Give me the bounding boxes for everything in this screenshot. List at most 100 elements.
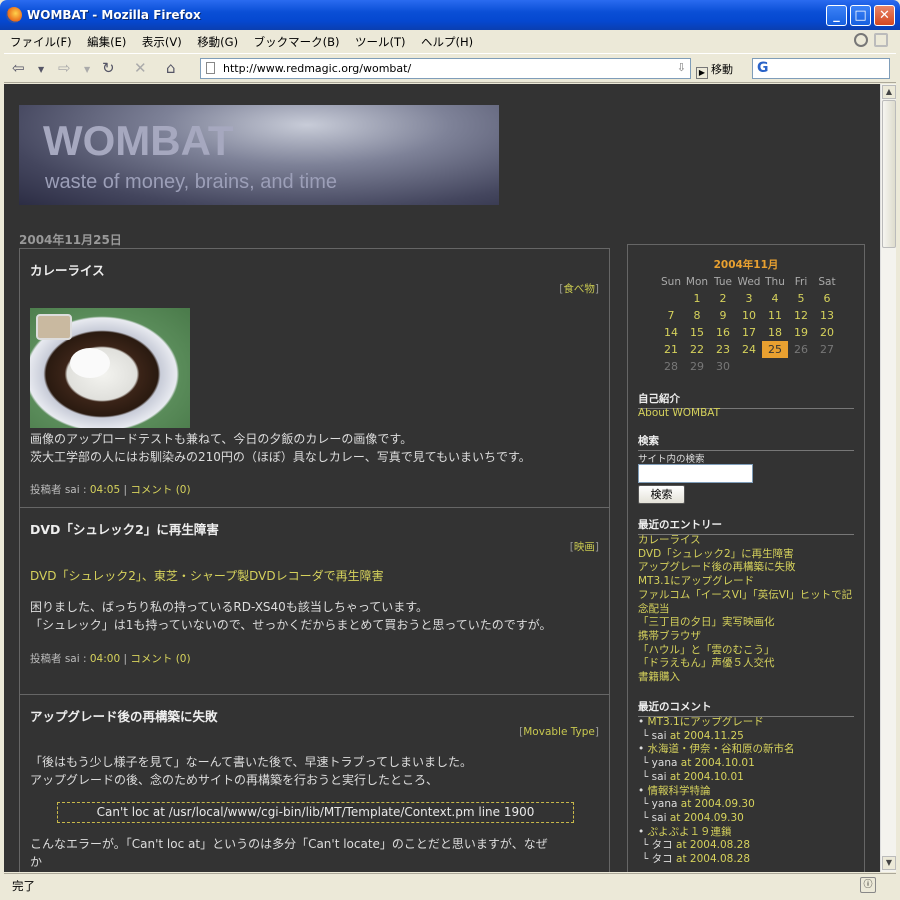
calendar-day[interactable]: 7 (658, 307, 684, 324)
comment-date[interactable]: 2004.08.28 (690, 839, 750, 851)
comment-entry-link[interactable]: • 情報科学特論 (638, 785, 858, 799)
curry-photo[interactable] (30, 308, 190, 428)
comment-date[interactable]: 2004.11.25 (684, 730, 744, 742)
maximize-button[interactable]: □ (850, 5, 871, 26)
calendar-day[interactable]: 20 (814, 324, 840, 341)
recent-entry-link[interactable]: カレーライス (638, 534, 852, 548)
search-bar[interactable]: G (752, 58, 890, 79)
comment-date[interactable]: 2004.10.01 (695, 757, 755, 769)
permalink[interactable]: 04:05 (90, 484, 120, 496)
calendar-day[interactable]: 10 (736, 307, 762, 324)
menu-bookmarks[interactable]: ブックマーク(B) (248, 30, 346, 50)
entry-title[interactable]: DVD「シュレック2」に再生障害 (30, 519, 219, 538)
comment-date[interactable]: 2004.09.30 (684, 812, 744, 824)
about-link[interactable]: About WOMBAT (638, 407, 720, 421)
address-dropdown-icon[interactable]: ⇩ (677, 61, 686, 74)
entry-title[interactable]: カレーライス (30, 260, 105, 279)
calendar-day[interactable]: 22 (684, 341, 710, 358)
permalink[interactable]: 04:00 (90, 653, 120, 665)
comment-entry-link[interactable]: • MT3.1にアップグレード (638, 716, 858, 730)
calendar-day[interactable]: 13 (814, 307, 840, 324)
scroll-down-icon[interactable]: ▼ (882, 856, 896, 870)
recent-entry-link[interactable]: DVD「シュレック2」に再生障害 (638, 548, 852, 562)
recent-entry-link[interactable]: 念配当 (638, 603, 852, 617)
forward-dropdown-icon[interactable]: ▼ (84, 65, 90, 74)
calendar-day[interactable]: 19 (788, 324, 814, 341)
menu-go[interactable]: 移動(G) (191, 30, 244, 50)
recent-entry-link[interactable]: 「ドラえもん」声優５人交代 (638, 657, 852, 671)
calendar-day[interactable]: 6 (814, 290, 840, 307)
comment-author-row[interactable]: └ タコ at 2004.08.28 (638, 839, 858, 853)
recent-entry-link[interactable]: アップグレード後の再構築に失敗 (638, 561, 852, 575)
forward-icon[interactable]: ⇨ (58, 59, 71, 77)
comment-entry-title[interactable]: 水海道・伊奈・谷和原の新市名 (648, 743, 795, 755)
calendar-day[interactable]: 11 (762, 307, 788, 324)
page-viewport[interactable]: WOMBAT waste of money, brains, and time … (4, 84, 880, 872)
address-bar[interactable]: http://www.redmagic.org/wombat/ ⇩ (200, 58, 691, 79)
menu-help[interactable]: ヘルプ(H) (415, 30, 479, 50)
stop-icon[interactable]: ✕ (134, 59, 147, 77)
close-button[interactable]: ✕ (874, 5, 895, 26)
menu-file[interactable]: ファイル(F) (4, 30, 78, 50)
recent-entry-link[interactable]: 「三丁目の夕日」実写映画化 (638, 616, 852, 630)
recent-entry-link[interactable]: 携帯ブラウザ (638, 630, 852, 644)
calendar-day[interactable]: 18 (762, 324, 788, 341)
calendar-day[interactable]: 8 (684, 307, 710, 324)
calendar-day[interactable]: 16 (710, 324, 736, 341)
back-dropdown-icon[interactable]: ▼ (38, 65, 44, 74)
comment-author-row[interactable]: └ タコ at 2004.08.28 (638, 853, 858, 867)
entry-title[interactable]: アップグレード後の再構築に失敗 (30, 706, 218, 725)
comment-date[interactable]: 2004.10.01 (684, 771, 744, 783)
url-text[interactable]: http://www.redmagic.org/wombat/ (223, 62, 411, 75)
comment-author-row[interactable]: └ sai at 2004.11.25 (638, 730, 858, 744)
calendar-day[interactable]: 14 (658, 324, 684, 341)
menu-view[interactable]: 表示(V) (136, 30, 188, 50)
menu-edit[interactable]: 編集(E) (81, 30, 132, 50)
comments-link[interactable]: コメント (0) (130, 653, 190, 665)
comment-entry-title[interactable]: ぷよぷよ１９連鎖 (648, 826, 732, 838)
calendar-day[interactable]: 15 (684, 324, 710, 341)
window-titlebar[interactable]: WOMBAT - Mozilla Firefox _ □ ✕ (0, 0, 900, 30)
comment-entry-title[interactable]: MT3.1にアップグレード (648, 716, 764, 728)
comment-entry-link[interactable]: • ぷよぷよ１９連鎖 (638, 826, 858, 840)
calendar-day[interactable]: 2 (710, 290, 736, 307)
comment-author-row[interactable]: └ yana at 2004.10.01 (638, 757, 858, 771)
minimize-button[interactable]: _ (826, 5, 847, 26)
calendar-day[interactable]: 17 (736, 324, 762, 341)
menu-tools[interactable]: ツール(T) (349, 30, 412, 50)
back-icon[interactable]: ⇦ (12, 59, 25, 77)
recent-entry-link[interactable]: 「ハウル」と「雲のむこう」 (638, 644, 852, 658)
scroll-thumb[interactable] (882, 100, 896, 248)
entry-category[interactable]: [Movable Type] (519, 726, 599, 738)
comment-date[interactable]: 2004.08.28 (690, 853, 750, 865)
entry-category[interactable]: [食べ物] (559, 281, 599, 296)
go-button[interactable]: ▶ 移動 (696, 61, 733, 79)
scroll-up-icon[interactable]: ▲ (882, 85, 896, 99)
site-search-input[interactable] (638, 464, 753, 483)
comment-date[interactable]: 2004.09.30 (695, 798, 755, 810)
calendar-day-today[interactable]: 25 (762, 341, 788, 358)
calendar-day[interactable]: 12 (788, 307, 814, 324)
news-link[interactable]: DVD「シュレック2」、東芝・シャープ製DVDレコーダで再生障害 (30, 567, 384, 584)
calendar-day[interactable]: 4 (762, 290, 788, 307)
calendar-day[interactable]: 23 (710, 341, 736, 358)
calendar-day[interactable]: 5 (788, 290, 814, 307)
calendar-day[interactable]: 21 (658, 341, 684, 358)
recent-entry-link[interactable]: ファルコム「イースVI」「英伝VI」ヒットで記 (638, 589, 852, 603)
calendar-day[interactable]: 24 (736, 341, 762, 358)
blog-banner[interactable]: WOMBAT waste of money, brains, and time (19, 105, 499, 205)
entry-category[interactable]: [映画] (570, 539, 599, 554)
calendar-day[interactable]: 9 (710, 307, 736, 324)
calendar-day[interactable]: 1 (684, 290, 710, 307)
comment-author-row[interactable]: └ sai at 2004.10.01 (638, 771, 858, 785)
home-icon[interactable]: ⌂ (166, 59, 176, 77)
comment-entry-title[interactable]: 情報科学特論 (648, 785, 711, 797)
recent-entry-link[interactable]: MT3.1にアップグレード (638, 575, 852, 589)
search-button[interactable]: 検索 (638, 485, 685, 504)
recent-entry-link[interactable]: 書籍購入 (638, 671, 852, 685)
reload-icon[interactable]: ↻ (102, 59, 115, 77)
vertical-scrollbar[interactable]: ▲ ▼ (880, 84, 896, 872)
comments-link[interactable]: コメント (0) (130, 484, 190, 496)
comment-author-row[interactable]: └ yana at 2004.09.30 (638, 798, 858, 812)
calendar-day[interactable]: 3 (736, 290, 762, 307)
